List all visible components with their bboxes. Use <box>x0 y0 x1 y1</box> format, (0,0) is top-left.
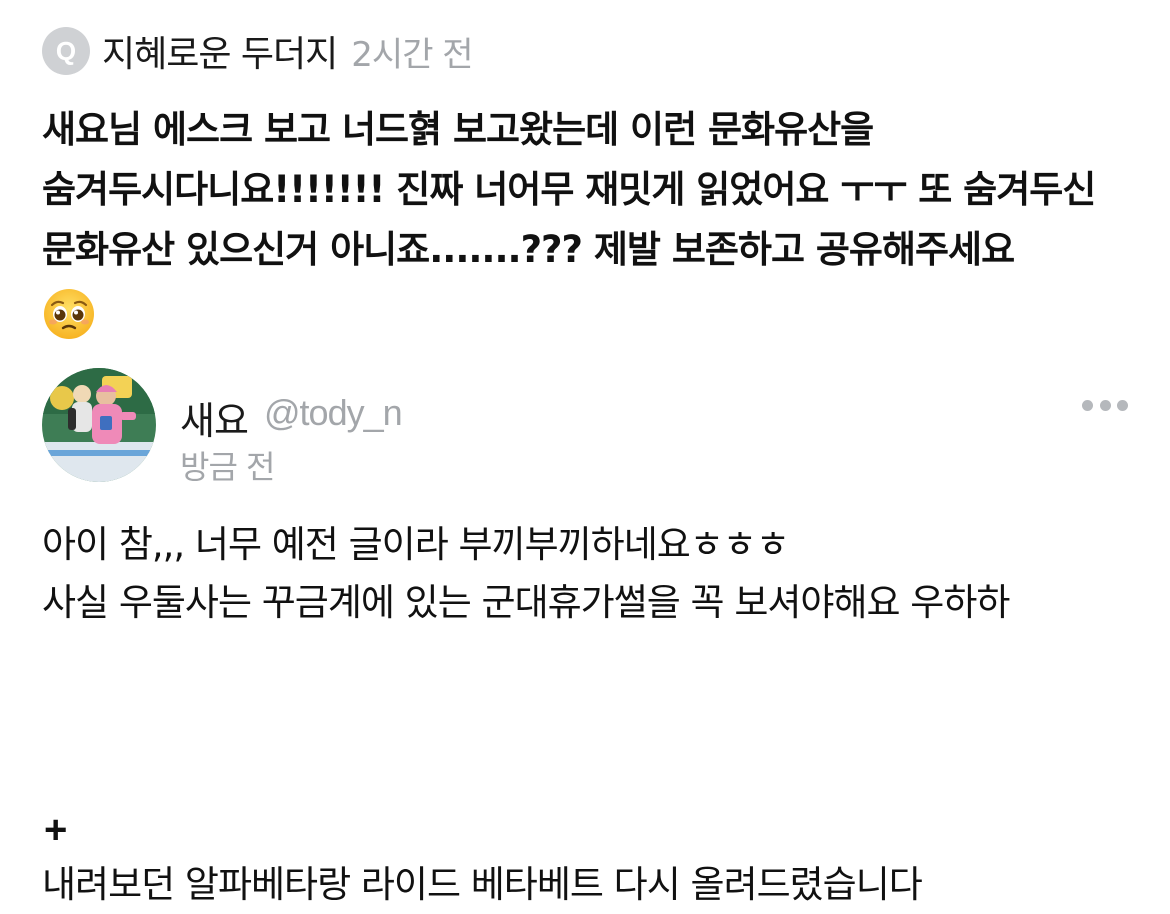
answerer-handle[interactable]: @tody_n <box>264 392 403 434</box>
avatar[interactable] <box>42 368 156 482</box>
answer-cut-line: 내려보던 알파베타랑 라이드 베타베트 다시 올려드렸습니다 <box>42 863 923 906</box>
answer-line: 사실 우둘사는 꾸금계에 있는 군대휴가썰을 꼭 보셔야해요 우하하 <box>42 581 1010 624</box>
pleading-face-emoji-icon <box>44 288 94 339</box>
more-options-button[interactable] <box>1082 394 1128 416</box>
question-time: 2시간 전 <box>351 34 473 75</box>
question-text: 새요님 에스크 보고 너드혉 보고왔는데 이런 문화유산을 숨겨두시다니요!!!… <box>42 108 1096 271</box>
asker-name[interactable]: 지혜로운 두더지 <box>102 25 338 77</box>
more-horizontal-icon <box>1082 399 1093 411</box>
more-horizontal-icon <box>1099 399 1111 411</box>
avatar-photo <box>42 368 156 482</box>
question-header: Q 지혜로운 두더지 2시간 전 <box>42 25 474 77</box>
answerer-name[interactable]: 새요 <box>180 390 249 445</box>
plus-marker: + <box>44 808 68 852</box>
question-body: 새요님 에스크 보고 너드혉 보고왔는데 이런 문화유산을 숨겨두시다니요!!!… <box>42 100 1132 341</box>
anonymous-q-badge: Q <box>42 27 90 75</box>
answer-body: 아이 참,,, 너무 예전 글이라 부끼부끼하네요ㅎㅎㅎ 사실 우둘사는 꾸금계… <box>42 516 1132 632</box>
answer-time: 방금 전 <box>180 448 275 486</box>
answer-header: 새요 @tody_n 방금 전 <box>42 368 1128 486</box>
answer-line: 아이 참,,, 너무 예전 글이라 부끼부끼하네요ㅎㅎㅎ <box>42 523 790 566</box>
more-horizontal-icon <box>1117 399 1128 411</box>
